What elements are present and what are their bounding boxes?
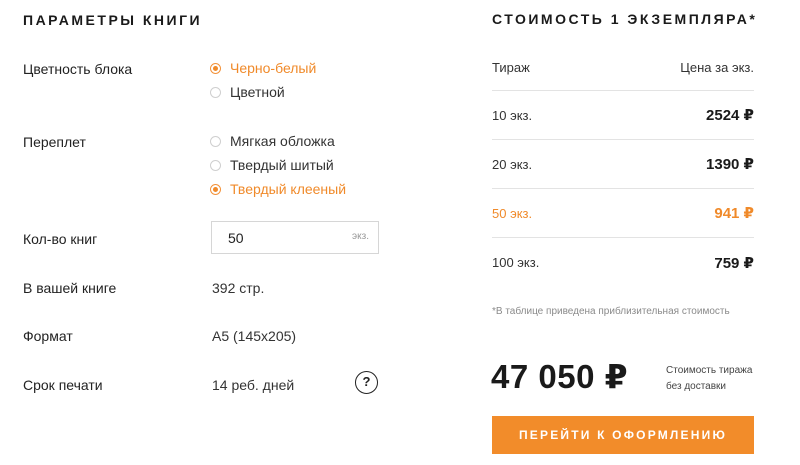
table-row: 100 экз. 759 ₽: [492, 238, 754, 287]
radio-dot-icon: [210, 183, 221, 195]
table-row-highlighted: 50 экз. 941 ₽: [492, 189, 754, 238]
pages-label: В вашей книге: [23, 280, 117, 296]
radio-label: Мягкая обложка: [230, 133, 335, 149]
radio-hard-glued[interactable]: Твердый клееный: [210, 177, 346, 201]
quantity-label: Кол-во книг: [23, 231, 98, 247]
total-note-line: Стоимость тиража: [666, 365, 753, 376]
radio-dot-icon: [210, 62, 221, 74]
radio-label: Твердый шитый: [230, 157, 334, 173]
radio-dot-icon: [210, 86, 221, 98]
cost-title: СТОИМОСТЬ 1 ЭКЗЕМПЛЯРА*: [492, 11, 758, 27]
print-time-label: Срок печати: [23, 377, 103, 393]
pages-value: 392 стр.: [212, 280, 265, 296]
help-icon[interactable]: ?: [355, 371, 378, 394]
binding-label: Переплет: [23, 134, 86, 150]
price-table-header: Тираж Цена за экз.: [492, 47, 754, 91]
color-label: Цветность блока: [23, 61, 133, 77]
total-note-line: без доставки: [666, 381, 727, 392]
row-price: 759 ₽: [714, 254, 754, 272]
radio-soft-cover[interactable]: Мягкая обложка: [210, 129, 346, 153]
table-row: 20 экз. 1390 ₽: [492, 140, 754, 189]
book-params-title: ПАРАМЕТРЫ КНИГИ: [23, 12, 203, 28]
format-value: А5 (145х205): [212, 328, 297, 344]
color-radio-group: Черно-белый Цветной: [210, 56, 316, 104]
checkout-button[interactable]: ПЕРЕЙТИ К ОФОРМЛЕНИЮ: [492, 416, 754, 454]
price-footnote: *В таблице приведена приблизительная сто…: [492, 306, 730, 317]
row-qty: 10 экз.: [492, 107, 533, 123]
radio-dot-icon: [210, 135, 221, 147]
binding-radio-group: Мягкая обложка Твердый шитый Твердый кле…: [210, 129, 346, 201]
radio-dot-icon: [210, 159, 221, 171]
row-price: 2524 ₽: [706, 107, 754, 124]
quantity-field: экз.: [211, 221, 379, 254]
price-table: Тираж Цена за экз. 10 экз. 2524 ₽ 20 экз…: [492, 47, 754, 287]
print-time-value: 14 реб. дней: [212, 377, 295, 393]
total-note: Стоимость тиража без доставки: [666, 363, 766, 395]
quantity-input[interactable]: [212, 222, 332, 253]
radio-black-white[interactable]: Черно-белый: [210, 56, 316, 80]
radio-hard-sewn[interactable]: Твердый шитый: [210, 153, 346, 177]
total-price: 47 050 ₽: [491, 358, 629, 395]
row-price: 1390 ₽: [706, 156, 754, 173]
radio-label: Цветной: [230, 84, 285, 100]
radio-label: Твердый клееный: [230, 181, 347, 197]
quantity-unit: экз.: [352, 231, 369, 242]
radio-color[interactable]: Цветной: [210, 80, 316, 104]
table-row: 10 экз. 2524 ₽: [492, 91, 754, 140]
column-run: Тираж: [492, 60, 530, 75]
row-price: 941 ₽: [714, 205, 754, 222]
radio-label: Черно-белый: [230, 60, 317, 76]
row-qty: 100 экз.: [492, 255, 540, 270]
format-label: Формат: [23, 328, 73, 344]
row-qty: 20 экз.: [492, 156, 533, 172]
column-price: Цена за экз.: [680, 60, 754, 75]
row-qty: 50 экз.: [492, 205, 533, 221]
